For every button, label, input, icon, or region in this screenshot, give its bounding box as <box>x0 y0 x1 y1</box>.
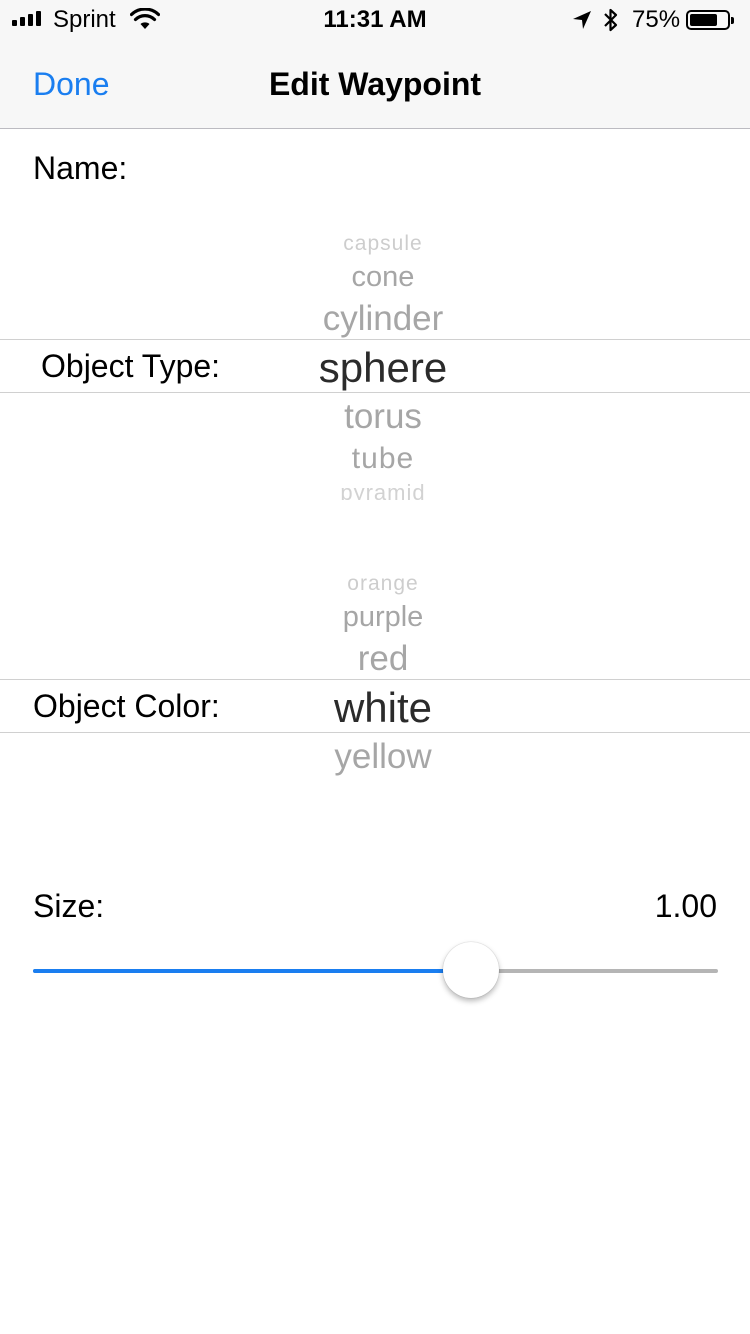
picker-option[interactable]: torus <box>344 399 422 434</box>
page-title: Edit Waypoint <box>268 66 482 102</box>
size-value: 1.00 <box>654 888 717 924</box>
picker-option[interactable]: purple <box>343 603 424 632</box>
picker-option[interactable]: orange <box>347 573 418 594</box>
picker-selected-option[interactable]: white <box>334 687 432 729</box>
size-label: Size: <box>33 888 105 924</box>
battery-fill <box>690 14 717 26</box>
picker-option-clip: pyramid <box>300 482 470 500</box>
slider-thumb[interactable] <box>443 942 499 998</box>
picker-option[interactable]: cone <box>352 263 415 292</box>
bluetooth-icon <box>602 8 620 37</box>
location-arrow-icon <box>571 9 593 36</box>
object-type-picker[interactable]: capsule cone cylinder sphere torus tube … <box>0 210 750 510</box>
size-slider[interactable] <box>33 940 718 1000</box>
slider-fill <box>33 969 471 973</box>
picker-selection-top-line <box>0 339 750 340</box>
picker-option[interactable]: cylinder <box>323 301 444 336</box>
picker-option[interactable]: pyramid <box>340 482 425 500</box>
object-color-picker[interactable]: orange purple red white yellow <box>0 550 750 800</box>
battery-percent: 75% <box>632 6 681 33</box>
battery-nub <box>731 17 734 24</box>
picker-option[interactable]: tube <box>352 444 414 474</box>
status-bar: Sprint 11:31 AM 75% <box>0 0 750 40</box>
name-label: Name: <box>33 150 128 186</box>
picker-option[interactable]: red <box>358 641 409 676</box>
picker-selection-bottom-line <box>0 732 750 733</box>
picker-selection-top-line <box>0 679 750 680</box>
name-field[interactable] <box>150 142 720 192</box>
picker-option[interactable]: capsule <box>343 233 422 254</box>
navigation-bar: Done Edit Waypoint <box>0 40 750 129</box>
picker-option[interactable]: yellow <box>334 739 431 774</box>
battery-icon <box>686 10 734 30</box>
picker-selected-option[interactable]: sphere <box>319 347 447 389</box>
picker-selection-bottom-line <box>0 392 750 393</box>
